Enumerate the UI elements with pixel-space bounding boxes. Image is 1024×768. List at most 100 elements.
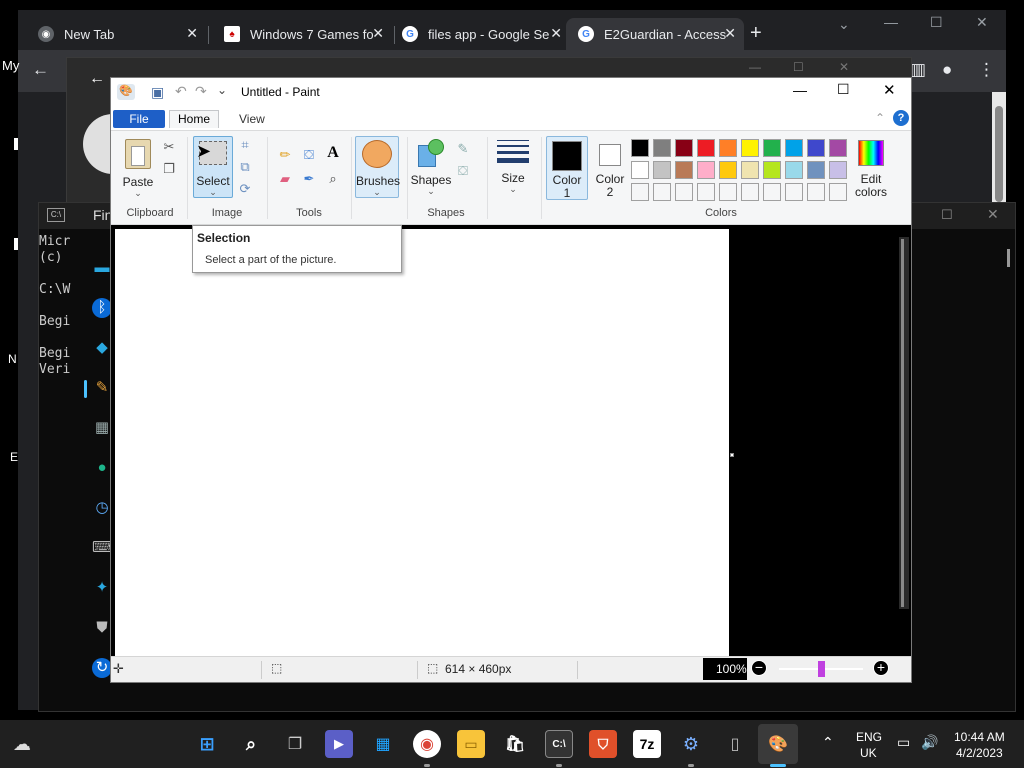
windows-update-icon[interactable]: ↻ xyxy=(92,658,112,678)
rotate-icon[interactable]: ⟳ xyxy=(237,181,253,197)
cmd-icon[interactable]: C:\ xyxy=(545,730,573,758)
palette-swatch[interactable] xyxy=(741,139,759,157)
paint-app-icon[interactable]: 🎨 xyxy=(117,84,135,100)
shapes-button[interactable]: Shapes ⌄ xyxy=(409,136,453,198)
palette-swatch[interactable] xyxy=(719,183,737,201)
palette-swatch[interactable] xyxy=(785,161,803,179)
accounts-icon[interactable]: ● xyxy=(92,458,112,478)
weather-icon[interactable]: ☁ xyxy=(8,730,36,758)
maximize-icon[interactable]: ☐ xyxy=(793,60,804,74)
zoom-slider-thumb[interactable] xyxy=(818,661,825,677)
close-icon[interactable]: ✕ xyxy=(372,25,384,42)
widgets-icon[interactable]: ▦ xyxy=(369,730,397,758)
text-icon[interactable]: A xyxy=(325,145,341,161)
help-icon[interactable]: ? xyxy=(893,110,909,126)
palette-swatch[interactable] xyxy=(829,183,847,201)
apps-icon[interactable]: ▦ xyxy=(92,418,112,438)
minimize-icon[interactable]: — xyxy=(749,60,761,74)
close-icon[interactable]: ✕ xyxy=(987,206,999,223)
close-icon[interactable]: ✕ xyxy=(839,60,849,74)
close-icon[interactable]: ✕ xyxy=(186,25,198,42)
size-button[interactable]: Size ⌄ xyxy=(491,136,535,198)
maximize-icon[interactable]: ☐ xyxy=(837,81,850,98)
volume-icon[interactable]: 🔊 xyxy=(921,734,938,751)
new-tab-button[interactable]: + xyxy=(750,22,762,45)
menu-icon[interactable]: ⋮ xyxy=(978,60,995,80)
tab-new-tab[interactable]: ◉ New Tab ✕ xyxy=(26,18,206,50)
settings-icon[interactable]: ⚙ xyxy=(677,730,705,758)
cut-icon[interactable]: ✂ xyxy=(161,139,177,155)
palette-swatch[interactable] xyxy=(719,161,737,179)
close-window-icon[interactable]: ✕ xyxy=(976,14,988,31)
paint-icon[interactable]: 🎨 xyxy=(764,730,792,758)
palette-swatch[interactable] xyxy=(675,139,693,157)
accessibility-icon[interactable]: ✦ xyxy=(92,578,112,598)
close-icon[interactable]: ✕ xyxy=(550,25,562,42)
sevenzip-icon[interactable]: 7z xyxy=(633,730,661,758)
outline-icon[interactable]: ✎ xyxy=(455,141,471,157)
scrollbar-thumb[interactable] xyxy=(901,239,904,607)
palette-swatch[interactable] xyxy=(653,139,671,157)
palette-swatch[interactable] xyxy=(763,139,781,157)
network-icon[interactable]: ▭ xyxy=(897,734,910,751)
palette-swatch[interactable] xyxy=(631,183,649,201)
paste-button[interactable]: Paste ⌄ xyxy=(117,135,159,198)
edit-colors-button[interactable]: Edit colors xyxy=(851,136,891,200)
palette-swatch[interactable] xyxy=(675,161,693,179)
resize-icon[interactable]: ⧉ xyxy=(237,159,253,175)
tab-view[interactable]: View xyxy=(239,112,265,126)
color2-button[interactable]: Color 2 xyxy=(589,136,631,200)
fill-icon[interactable]: ⛋ xyxy=(301,147,317,163)
clock-time[interactable]: 10:44 AM xyxy=(954,730,1005,744)
search-icon[interactable]: ⌕ xyxy=(237,730,265,758)
palette-swatch[interactable] xyxy=(653,183,671,201)
pencil-icon[interactable]: ✏ xyxy=(277,147,293,163)
tab-search-icon[interactable]: ⌄ xyxy=(838,16,850,33)
palette-swatch[interactable] xyxy=(763,161,781,179)
side-panel-icon[interactable]: ▥ xyxy=(910,60,926,80)
clock-date[interactable]: 4/2/2023 xyxy=(956,746,1003,760)
task-view-icon[interactable]: ❐ xyxy=(281,730,309,758)
palette-swatch[interactable] xyxy=(807,183,825,201)
crop-icon[interactable]: ⌗ xyxy=(237,137,253,153)
brushes-button[interactable]: Brushes ⌄ xyxy=(355,136,400,198)
tab-files-app[interactable]: G files app - Google Se ✕ xyxy=(390,18,570,50)
tab-home[interactable]: Home xyxy=(169,110,219,128)
maximize-icon[interactable]: ☐ xyxy=(930,14,943,31)
palette-swatch[interactable] xyxy=(785,139,803,157)
personalization-icon[interactable]: ✎ xyxy=(92,378,112,398)
chrome-icon[interactable]: ◉ xyxy=(413,730,441,758)
palette-swatch[interactable] xyxy=(829,139,847,157)
gaming-icon[interactable]: ⌨ xyxy=(92,538,114,558)
tab-e2guardian[interactable]: G E2Guardian - Access ✕ xyxy=(566,18,744,50)
privacy-icon[interactable]: ⛊ xyxy=(92,618,112,638)
chat-icon[interactable]: ▶ xyxy=(325,730,353,758)
palette-swatch[interactable] xyxy=(653,161,671,179)
minimize-icon[interactable]: — xyxy=(793,82,807,98)
scrollbar-thumb[interactable] xyxy=(1007,249,1010,267)
tab-file[interactable]: File xyxy=(113,110,165,128)
color-picker-icon[interactable]: ✒ xyxy=(301,171,317,187)
palette-swatch[interactable] xyxy=(697,161,715,179)
back-icon[interactable]: ← xyxy=(89,70,105,88)
network-icon[interactable]: ◆ xyxy=(92,338,112,358)
close-icon[interactable]: ✕ xyxy=(724,25,736,42)
undo-icon[interactable]: ↶ xyxy=(175,83,187,100)
palette-swatch[interactable] xyxy=(697,183,715,201)
palette-swatch[interactable] xyxy=(631,139,649,157)
palette-swatch[interactable] xyxy=(807,139,825,157)
store-icon[interactable]: 🛍 xyxy=(501,730,529,758)
palette-swatch[interactable] xyxy=(785,183,803,201)
palette-swatch[interactable] xyxy=(697,139,715,157)
scrollbar-thumb[interactable] xyxy=(995,106,1003,202)
quick-access-dropdown-icon[interactable]: ⌄ xyxy=(217,83,227,97)
device-icon[interactable]: ▯ xyxy=(721,730,749,758)
redo-icon[interactable]: ↷ xyxy=(195,83,207,100)
palette-swatch[interactable] xyxy=(763,183,781,201)
palette-swatch[interactable] xyxy=(675,183,693,201)
palette-swatch[interactable] xyxy=(807,161,825,179)
zoom-in-icon[interactable]: + xyxy=(873,660,889,676)
start-icon[interactable]: ⊞ xyxy=(193,730,221,758)
zoom-out-icon[interactable]: − xyxy=(751,660,767,676)
copy-icon[interactable]: ❐ xyxy=(161,161,177,177)
